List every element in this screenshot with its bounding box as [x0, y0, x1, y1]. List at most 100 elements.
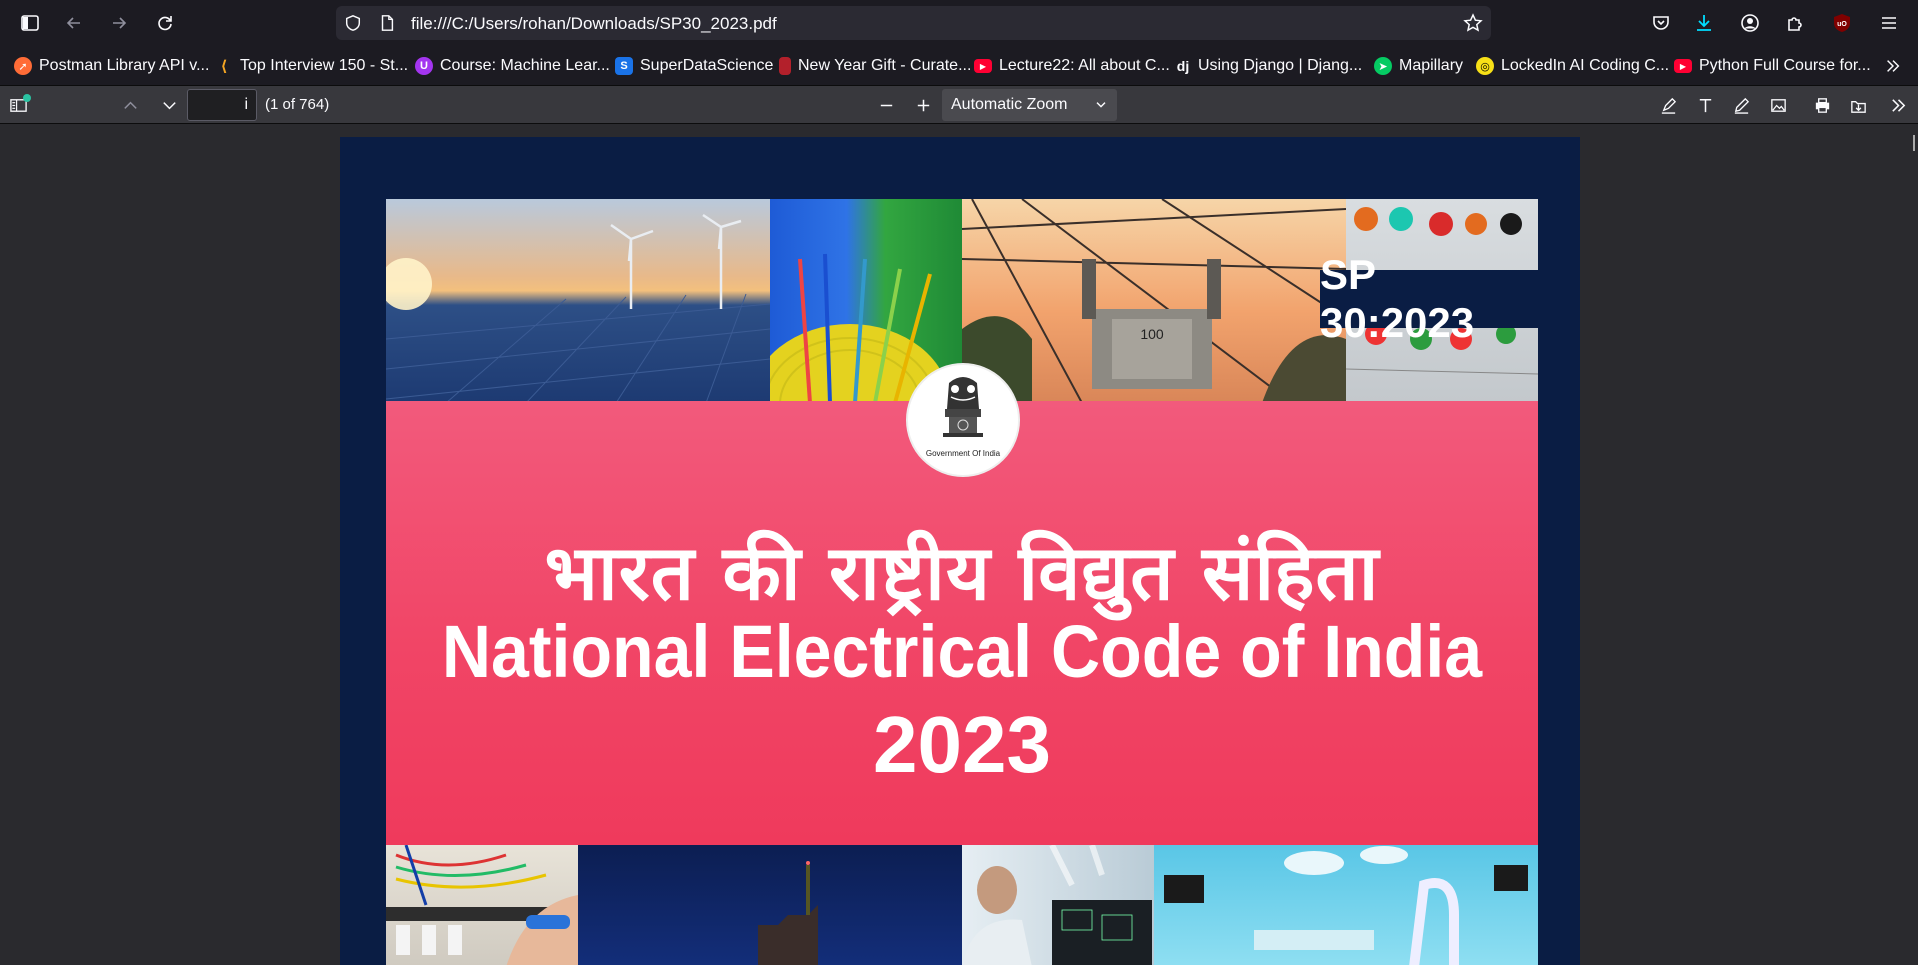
transformer-photo: 100 [962, 199, 1346, 403]
bookmark-lecture22[interactable]: ▶ Lecture22: All about C... [974, 55, 1170, 77]
back-button[interactable] [56, 5, 92, 41]
bookmark-udemy[interactable]: U Course: Machine Lear... [415, 55, 610, 77]
toggle-sidebar-button[interactable] [4, 92, 32, 118]
shield-icon[interactable] [344, 14, 362, 32]
chevron-down-icon [162, 101, 176, 109]
arrow-right-icon [113, 17, 127, 29]
next-page-button[interactable] [155, 92, 183, 118]
bookmark-leetcode[interactable]: ⟨ Top Interview 150 - St... [215, 55, 409, 77]
ashoka-emblem-icon [943, 377, 983, 437]
plus-icon [917, 99, 929, 111]
svg-text:uO: uO [1837, 21, 1847, 28]
scrollbar-thumb[interactable] [1913, 135, 1915, 151]
engineer-photo [962, 845, 1154, 965]
mapillary-icon: ➤ [1374, 57, 1392, 75]
arrow-left-icon [66, 17, 80, 29]
pdf-toolbar: (1 of 764) Automatic Zoom [0, 86, 1918, 124]
switchboard-photo [386, 845, 578, 965]
text-tool-button[interactable] [1691, 92, 1719, 118]
pdf-viewer[interactable]: 100 SP 30:2023 भारत की राष्ट्रीय विद्युत… [0, 125, 1918, 965]
bookmark-label: Course: Machine Lear... [440, 57, 610, 74]
bookmark-label: Using Django | Djang... [1198, 57, 1363, 74]
tools-menu-button[interactable] [1884, 92, 1912, 118]
bookmark-label: Mapillary [1399, 57, 1464, 74]
bookmarks-toolbar: ➚ Postman Library API v... ⟨ Top Intervi… [0, 46, 1918, 86]
downloads-button[interactable] [1686, 5, 1722, 41]
minus-icon [880, 104, 892, 106]
url-bar[interactable]: file:///C:/Users/rohan/Downloads/SP30_20… [336, 6, 1491, 40]
page-number-input[interactable] [187, 89, 257, 121]
udemy-icon: U [415, 57, 433, 75]
sidebar-toggle-button[interactable] [12, 5, 48, 41]
leetcode-icon: ⟨ [220, 58, 228, 75]
power-plant-night-photo [578, 845, 962, 965]
bookmark-label: SuperDataScience [640, 57, 774, 74]
hospital-room-photo [1154, 845, 1538, 965]
highlight-button[interactable] [1654, 92, 1682, 118]
youtube-icon: ▶ [1674, 59, 1692, 73]
bookmark-star-icon[interactable] [1463, 13, 1483, 33]
highlighter-icon [1661, 97, 1676, 114]
print-button[interactable] [1808, 92, 1836, 118]
zoom-in-button[interactable] [909, 92, 937, 118]
save-button[interactable] [1844, 92, 1872, 118]
puzzle-icon [1788, 17, 1802, 31]
bookmark-python-course[interactable]: ▶ Python Full Course for... [1674, 55, 1871, 77]
bookmark-postman[interactable]: ➚ Postman Library API v... [14, 55, 209, 77]
solar-wind-photo [386, 199, 770, 403]
download-icon [1697, 15, 1711, 31]
title-year: 2023 [873, 700, 1051, 789]
pocket-icon [1653, 16, 1669, 30]
bookmark-mapillary[interactable]: ➤ Mapillary [1374, 55, 1463, 77]
bookmark-superdatascience[interactable]: S SuperDataScience [615, 55, 773, 77]
government-emblem: Government Of India [906, 363, 1020, 477]
chevron-up-icon [123, 101, 137, 109]
bookmark-label: Postman Library API v... [39, 57, 210, 74]
sidebar-icon [21, 15, 39, 31]
bookmark-label: Python Full Course for... [1699, 57, 1871, 74]
chevron-double-right-icon [1887, 60, 1900, 72]
youtube-icon: ▶ [974, 59, 992, 73]
notification-dot-icon [23, 94, 31, 102]
hamburger-menu-icon [1882, 17, 1896, 29]
bookmark-label: New Year Gift - Curate... [798, 57, 972, 74]
app-menu-button[interactable] [1871, 5, 1907, 41]
title-hindi: भारत की राष्ट्रीय विद्युत संहिता [544, 528, 1380, 617]
emblem-caption: Government Of India [925, 449, 1001, 458]
bookmark-django[interactable]: dj Using Django | Djang... [1175, 55, 1362, 77]
previous-page-button[interactable] [116, 92, 144, 118]
zoom-out-button[interactable] [872, 92, 900, 118]
bookmark-label: Lecture22: All about C... [999, 57, 1170, 74]
add-image-button[interactable] [1764, 92, 1792, 118]
extensions-button[interactable] [1777, 5, 1813, 41]
pen-icon [1734, 97, 1749, 114]
pocket-button[interactable] [1643, 5, 1679, 41]
ublock-shield-icon: uO [1834, 14, 1850, 32]
bookmark-label: LockedIn AI Coding C... [1501, 57, 1670, 74]
account-button[interactable] [1732, 5, 1768, 41]
save-download-icon [1850, 100, 1866, 113]
reload-button[interactable] [147, 5, 183, 41]
bookmark-label: Top Interview 150 - St... [240, 57, 409, 74]
bookmarks-overflow-button[interactable] [1884, 55, 1902, 77]
lockedin-icon: ◎ [1476, 57, 1494, 75]
url-text[interactable]: file:///C:/Users/rohan/Downloads/SP30_20… [411, 14, 777, 34]
zoom-select[interactable]: Automatic Zoom [942, 89, 1117, 121]
page-count: (1 of 764) [265, 96, 330, 113]
navigation-toolbar: file:///C:/Users/rohan/Downloads/SP30_20… [0, 0, 1918, 46]
image-icon [1770, 98, 1786, 112]
bookmark-lockedin[interactable]: ◎ LockedIn AI Coding C... [1476, 55, 1669, 77]
django-icon: dj [1176, 58, 1190, 74]
pdf-page: 100 SP 30:2023 भारत की राष्ट्रीय विद्युत… [340, 137, 1580, 965]
draw-button[interactable] [1727, 92, 1755, 118]
forward-button[interactable] [101, 5, 137, 41]
printer-icon [1815, 97, 1829, 113]
zoom-value: Automatic Zoom [951, 96, 1068, 113]
ublock-origin-button[interactable]: uO [1824, 5, 1860, 41]
chevron-double-right-icon [1891, 98, 1905, 112]
file-icon [378, 14, 396, 32]
reload-icon [158, 16, 172, 31]
postman-icon: ➚ [14, 57, 32, 75]
chevron-down-icon [1096, 102, 1106, 108]
bookmark-new-year-gift[interactable]: New Year Gift - Curate... [779, 55, 971, 77]
